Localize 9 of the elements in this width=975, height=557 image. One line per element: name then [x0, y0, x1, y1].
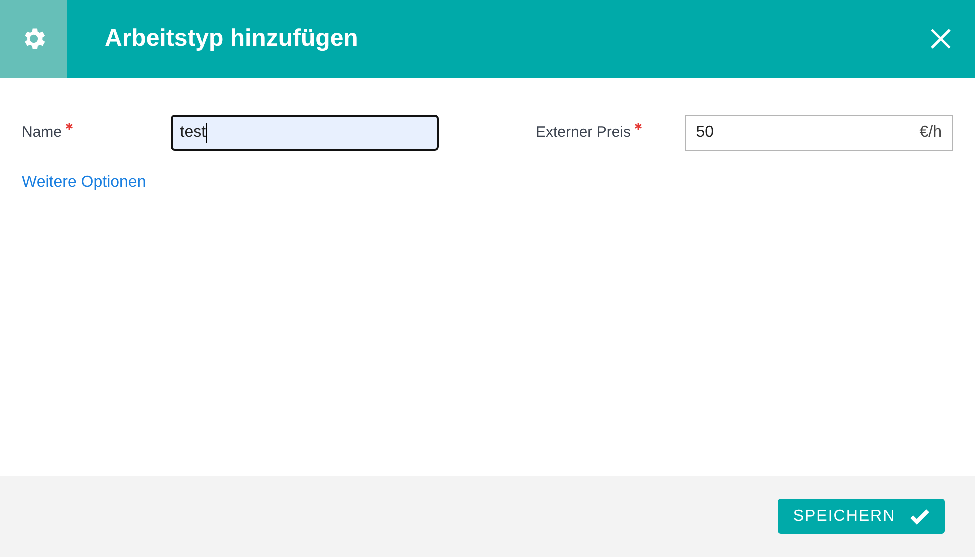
field-label: Externer Preis	[536, 122, 632, 143]
input-field[interactable]: 50 €/h	[685, 115, 953, 151]
input-field[interactable]: test	[171, 115, 439, 151]
checkmark-icon	[910, 508, 930, 526]
more-options-link[interactable]: Weitere Optionen	[22, 171, 146, 195]
field-label: Name	[22, 122, 62, 143]
unit-label: €/h	[920, 123, 942, 143]
close-button[interactable]	[929, 27, 953, 51]
dialog-title: Arbeitstyp hinzufügen	[105, 24, 358, 54]
